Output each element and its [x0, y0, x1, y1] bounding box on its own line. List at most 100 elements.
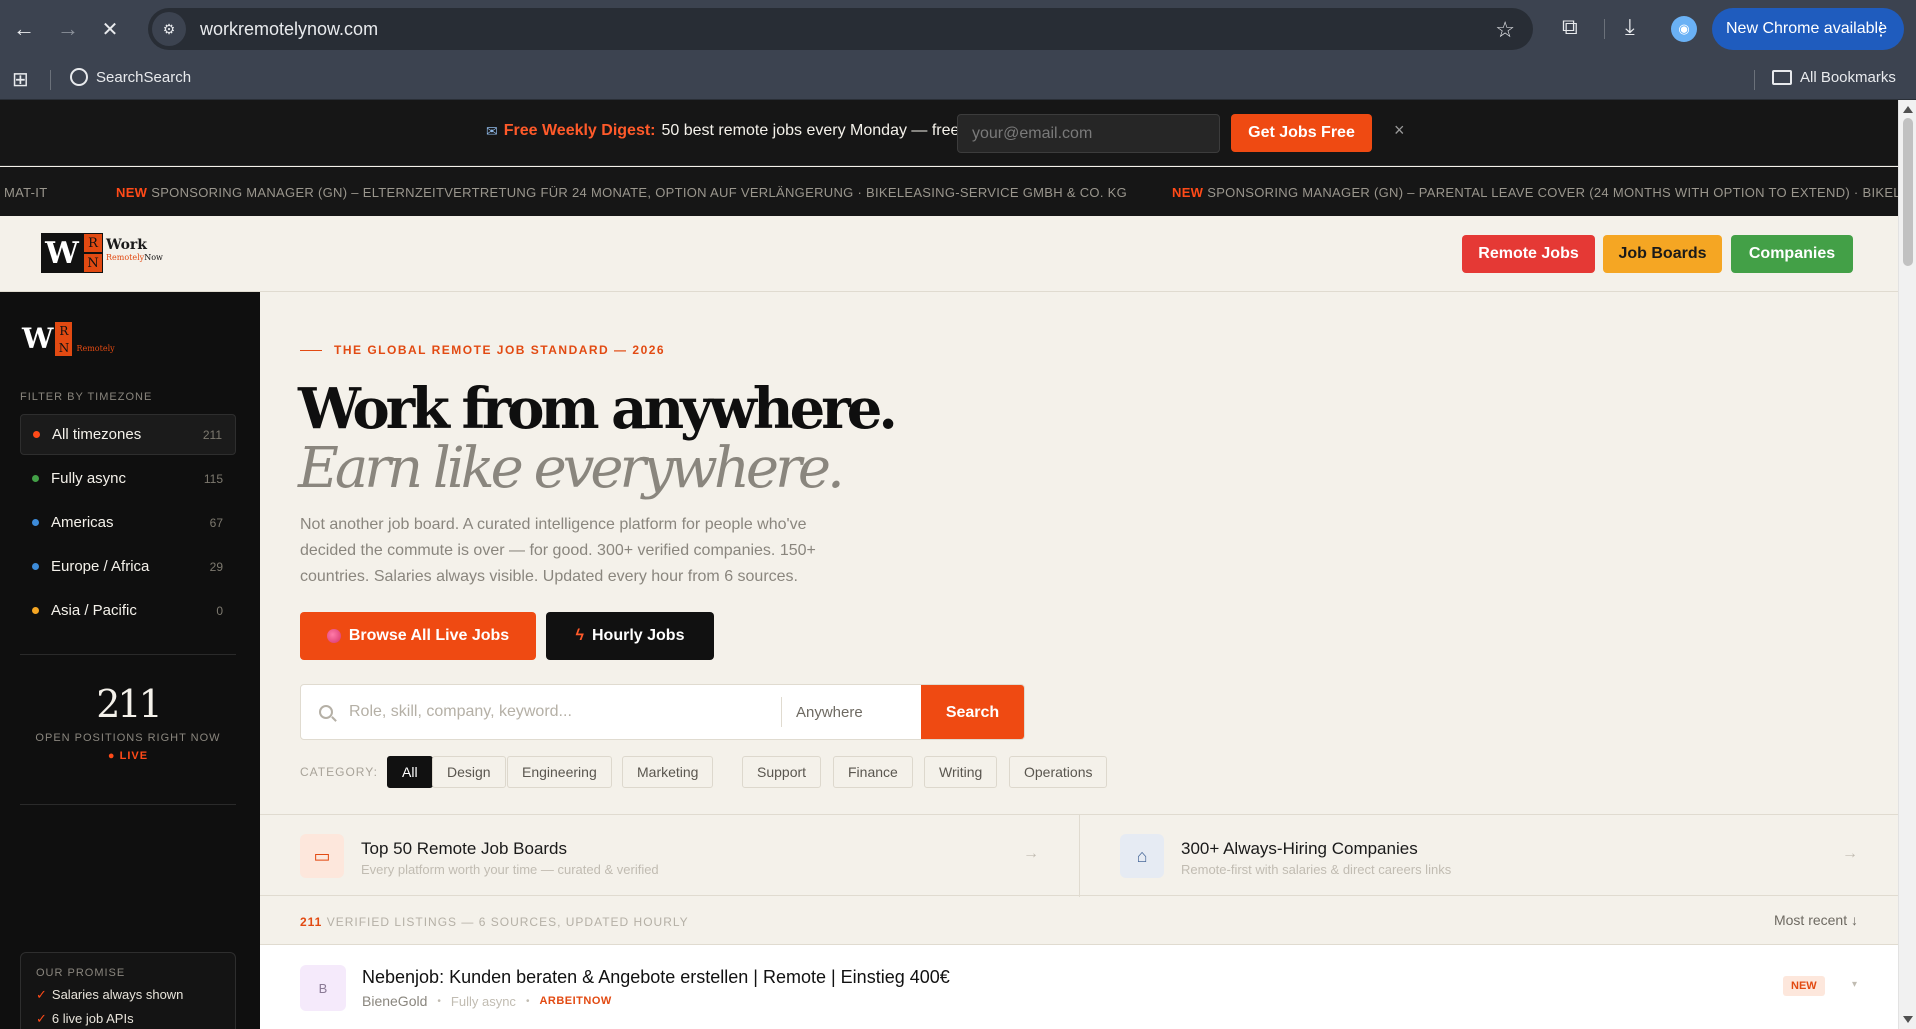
nav-remote-jobs-button[interactable]: Remote Jobs: [1462, 235, 1595, 273]
digest-email-input[interactable]: [957, 114, 1220, 153]
hero-description: Not another job board. A curated intelli…: [300, 516, 816, 585]
scroll-down-arrow-icon[interactable]: [1903, 1016, 1913, 1023]
timezone-count: 67: [209, 515, 223, 530]
bookmark-search[interactable]: SearchSearch: [70, 68, 191, 86]
ticker-item[interactable]: NEW SPONSORING MANAGER (GN) – PARENTAL LE…: [1172, 185, 1898, 200]
new-badge: NEW: [1783, 976, 1825, 996]
category-chip-operations[interactable]: Operations: [1009, 756, 1108, 788]
forward-icon[interactable]: →: [50, 11, 86, 47]
hourly-jobs-button[interactable]: ϟ Hourly Jobs: [546, 612, 714, 660]
ticker-item[interactable]: NEW SPONSORING MANAGER (GN) – ELTERNZEITV…: [116, 185, 1127, 200]
search-input[interactable]: [349, 692, 769, 732]
card-title: 300+ Always-Hiring Companies: [1181, 839, 1418, 858]
sort-dropdown[interactable]: Most recent ↓: [1774, 912, 1858, 928]
chrome-update-button[interactable]: New Chrome available ⋮: [1712, 8, 1904, 50]
logo-mark-rn: RN: [83, 233, 103, 273]
building-icon: ⌂: [1120, 834, 1164, 878]
category-chip-support[interactable]: Support: [742, 756, 822, 788]
digest-message: ✉ Free Weekly Digest: 50 best remote job…: [486, 122, 959, 140]
browse-all-jobs-button[interactable]: Browse All Live Jobs: [300, 612, 536, 660]
timezone-count: 211: [202, 427, 222, 442]
nav-job-boards-button[interactable]: Job Boards: [1603, 235, 1722, 273]
check-icon: ✓: [36, 1011, 47, 1026]
separator-dot: •: [437, 995, 441, 1007]
sidebar-divider: [20, 804, 236, 805]
bookmark-star-icon[interactable]: ☆: [1495, 17, 1515, 43]
sidebar: W RN Remotely FILTER BY TIMEZONE All tim…: [0, 292, 260, 1029]
close-icon[interactable]: ×: [1394, 120, 1405, 141]
companies-card[interactable]: ⌂ 300+ Always-Hiring Companies Remote-fi…: [1079, 815, 1898, 897]
main-content: THE GLOBAL REMOTE JOB STANDARD — 2026 Wo…: [260, 292, 1898, 1029]
hero-eyebrow: THE GLOBAL REMOTE JOB STANDARD — 2026: [300, 343, 665, 357]
job-search-form: Search: [300, 684, 1025, 740]
category-chip-writing[interactable]: Writing: [924, 756, 998, 788]
page-scrollbar[interactable]: [1898, 100, 1916, 1029]
status-dot-icon: [32, 475, 39, 482]
extensions-icon[interactable]: ⧉: [1562, 14, 1578, 40]
back-icon[interactable]: ←: [6, 11, 42, 47]
update-label: New Chrome available: [1726, 20, 1887, 37]
digest-prefix: Free Weekly Digest:: [503, 122, 656, 139]
scroll-thumb[interactable]: [1903, 118, 1913, 266]
ticker-item[interactable]: MAT-IT: [0, 185, 47, 200]
toolbar-divider: [1604, 19, 1605, 39]
arrow-right-icon: →: [1023, 845, 1039, 862]
nav-companies-button[interactable]: Companies: [1731, 235, 1853, 273]
stop-loading-icon[interactable]: ✕: [92, 11, 128, 47]
address-bar[interactable]: ⚙ workremotelynow.com ☆: [148, 8, 1533, 50]
apps-grid-icon[interactable]: ⊞: [12, 67, 29, 92]
open-positions-label: OPEN POSITIONS RIGHT NOW: [35, 732, 221, 744]
timezone-filter-heading: FILTER BY TIMEZONE: [20, 391, 153, 403]
category-chip-finance[interactable]: Finance: [833, 756, 913, 788]
timezone-all[interactable]: All timezones 211: [20, 414, 236, 455]
timezone-count: 29: [209, 559, 223, 574]
category-chip-marketing[interactable]: Marketing: [622, 756, 714, 788]
site-info-icon[interactable]: ⚙: [152, 12, 186, 46]
profile-icon[interactable]: ◉: [1671, 16, 1697, 42]
hero-title: Work from anywhere.: [298, 376, 898, 442]
site-logo[interactable]: W RN Work RemotelyNow: [41, 233, 163, 273]
get-jobs-free-button[interactable]: Get Jobs Free: [1231, 114, 1372, 152]
bookmarks-divider: [50, 70, 51, 90]
sidebar-logo[interactable]: W RN Remotely: [22, 322, 115, 356]
chevron-down-icon[interactable]: ▾: [1852, 979, 1857, 990]
category-chip-engineering[interactable]: Engineering: [507, 756, 612, 788]
job-boards-card[interactable]: ▭ Top 50 Remote Job Boards Every platfor…: [260, 815, 1079, 897]
job-meta: BieneGold • Fully async • ARBEITNOW: [362, 993, 612, 1009]
card-subtitle: Remote-first with salaries & direct care…: [1181, 862, 1452, 877]
all-bookmarks-button[interactable]: All Bookmarks: [1772, 69, 1896, 86]
search-button[interactable]: Search: [921, 685, 1024, 739]
all-bookmarks-label: All Bookmarks: [1800, 69, 1896, 86]
folder-icon: [1772, 70, 1792, 85]
timezone-americas[interactable]: Americas 67: [20, 502, 236, 543]
hero-subtitle: Earn like everywhere.: [298, 436, 845, 501]
promise-box: OUR PROMISE ✓ Salaries always shown ✓ 6 li…: [20, 952, 236, 1029]
promise-item: ✓ 6 live job APIs: [36, 1011, 134, 1026]
job-timezone: Fully async: [450, 993, 516, 1009]
timezone-fully-async[interactable]: Fully async 115: [20, 458, 236, 499]
category-chip-design[interactable]: Design: [432, 756, 506, 788]
logo-wordmark: Work RemotelyNow: [106, 237, 163, 262]
timezone-europe-africa[interactable]: Europe / Africa 29: [20, 546, 236, 587]
location-input[interactable]: [796, 692, 924, 732]
bookmarks-divider-right: [1754, 70, 1755, 90]
digest-banner: ✉ Free Weekly Digest: 50 best remote job…: [0, 100, 1898, 166]
site-header: W RN Work RemotelyNow Remote Jobs Job Bo…: [0, 216, 1898, 292]
check-icon: ✓: [36, 987, 47, 1002]
job-source: ARBEITNOW: [539, 995, 612, 1007]
job-row[interactable]: B Nebenjob: Kunden beraten & Angebote er…: [260, 945, 1898, 1029]
category-chip-all[interactable]: All: [387, 756, 433, 788]
menu-dots-icon[interactable]: ⋮: [1872, 19, 1890, 40]
logo-mark-w: W: [41, 233, 83, 273]
scroll-up-arrow-icon[interactable]: [1903, 106, 1913, 113]
bookmarks-bar: ⊞ SearchSearch All Bookmarks: [0, 58, 1916, 100]
browser-toolbar: ← → ✕ ⚙ workremotelynow.com ☆ ⧉ ⤓ ◉ New …: [0, 0, 1916, 58]
status-dot-icon: [32, 563, 39, 570]
status-dot-icon: [32, 607, 39, 614]
timezone-asia-pacific[interactable]: Asia / Pacific 0: [20, 590, 236, 631]
download-icon[interactable]: ⤓: [1625, 14, 1635, 40]
card-subtitle: Every platform worth your time — curated…: [361, 862, 659, 877]
card-title: Top 50 Remote Job Boards: [361, 839, 568, 858]
url-text[interactable]: workremotelynow.com: [200, 19, 378, 40]
job-title[interactable]: Nebenjob: Kunden beraten & Angebote erst…: [362, 967, 950, 988]
